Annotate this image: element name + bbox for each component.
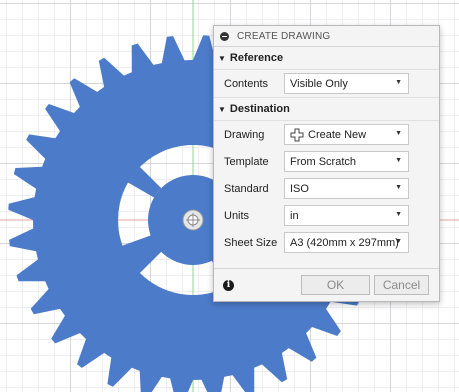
dialog-footer: i OK Cancel bbox=[214, 268, 439, 301]
units-value: in bbox=[290, 209, 299, 222]
sheet-size-select[interactable]: A3 (420mm x 297mm) ▼ bbox=[284, 232, 409, 253]
sheet-size-row: Sheet Size A3 (420mm x 297mm) ▼ bbox=[214, 229, 439, 256]
sheet-size-value: A3 (420mm x 297mm) bbox=[290, 236, 399, 249]
origin-marker-icon[interactable] bbox=[182, 209, 204, 231]
units-row: Units in ▼ bbox=[214, 202, 439, 229]
destination-section-header[interactable]: ▼ Destination bbox=[214, 97, 439, 121]
sheet-size-label: Sheet Size bbox=[224, 236, 278, 249]
destination-header-label: Destination bbox=[229, 103, 290, 115]
standard-row: Standard ISO ▼ bbox=[214, 175, 439, 202]
units-label: Units bbox=[224, 209, 250, 222]
contents-label: Contents bbox=[224, 77, 269, 90]
standard-select[interactable]: ISO ▼ bbox=[284, 178, 409, 199]
dialog-title: CREATE DRAWING bbox=[237, 30, 331, 42]
dropdown-arrow-icon: ▼ bbox=[395, 211, 402, 218]
dropdown-arrow-icon: ▼ bbox=[395, 238, 402, 245]
reference-header-label: Reference bbox=[229, 52, 284, 64]
drawing-select[interactable]: Create New ▼ bbox=[284, 124, 409, 145]
caret-down-icon: ▼ bbox=[218, 53, 226, 63]
collapse-dialog-icon[interactable] bbox=[220, 31, 229, 41]
create-new-plus-icon bbox=[290, 128, 304, 141]
dropdown-arrow-icon: ▼ bbox=[395, 130, 402, 137]
template-value: From Scratch bbox=[290, 155, 357, 168]
dialog-title-bar[interactable]: CREATE DRAWING bbox=[214, 26, 439, 47]
cancel-button[interactable]: Cancel bbox=[374, 275, 429, 295]
contents-value: Visible Only bbox=[290, 77, 348, 90]
reference-section-header[interactable]: ▼ Reference bbox=[214, 47, 439, 70]
contents-row: Contents Visible Only ▼ bbox=[214, 70, 439, 97]
template-label: Template bbox=[224, 155, 269, 168]
contents-select[interactable]: Visible Only ▼ bbox=[284, 73, 409, 94]
standard-label: Standard bbox=[224, 182, 269, 195]
dropdown-arrow-icon: ▼ bbox=[395, 157, 402, 164]
info-icon[interactable]: i bbox=[223, 279, 234, 291]
drawing-row: Drawing Create New ▼ bbox=[214, 121, 439, 148]
template-row: Template From Scratch ▼ bbox=[214, 148, 439, 175]
template-select[interactable]: From Scratch ▼ bbox=[284, 151, 409, 172]
standard-value: ISO bbox=[290, 182, 309, 195]
create-drawing-dialog: CREATE DRAWING ▼ Reference Contents Visi… bbox=[213, 25, 440, 302]
dropdown-arrow-icon: ▼ bbox=[395, 79, 402, 86]
drawing-label: Drawing bbox=[224, 128, 265, 141]
dropdown-arrow-icon: ▼ bbox=[395, 184, 402, 191]
drawing-value: Create New bbox=[308, 128, 367, 141]
units-select[interactable]: in ▼ bbox=[284, 205, 409, 226]
caret-down-icon: ▼ bbox=[218, 104, 226, 114]
ok-button[interactable]: OK bbox=[301, 275, 370, 295]
